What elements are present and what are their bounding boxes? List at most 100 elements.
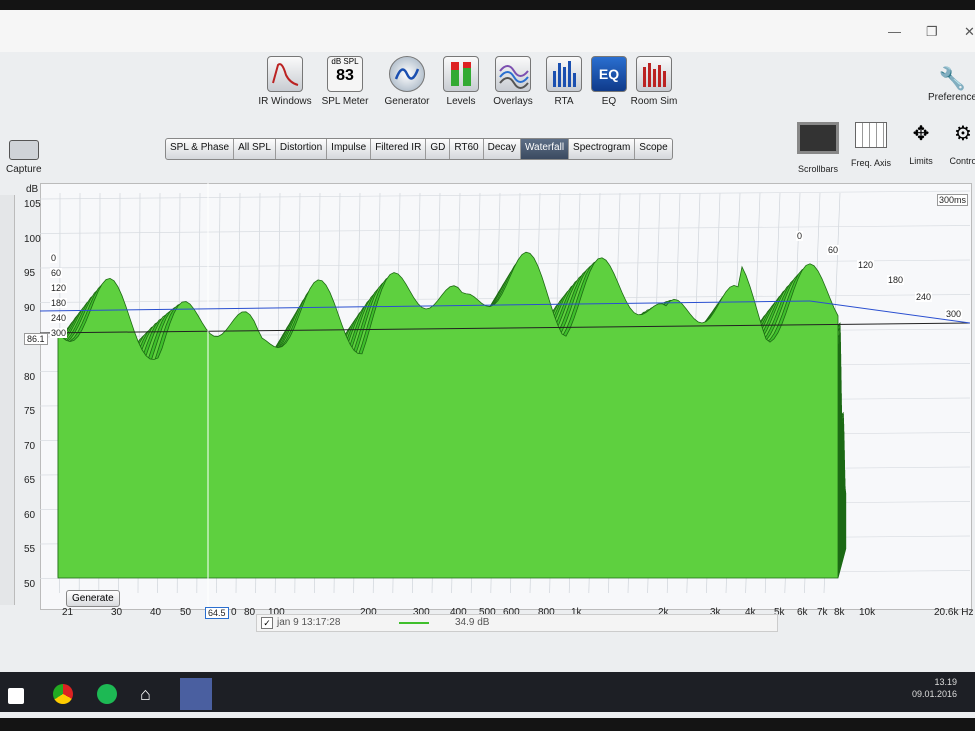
vertical-scrollbar[interactable] xyxy=(0,195,15,605)
y-tick-70: 70 xyxy=(24,440,36,452)
time-label-right-0: 0 xyxy=(796,231,804,241)
y-tick-55: 55 xyxy=(24,544,36,555)
scrollbars-button[interactable]: Scrollbars xyxy=(797,122,839,174)
ir-windows-label: IR Windows xyxy=(258,96,312,107)
x-tick-80: 80 xyxy=(244,607,256,618)
tab-decay[interactable]: Decay xyxy=(484,139,521,159)
capture-label: Capture xyxy=(6,164,42,175)
spl-meter-label: SPL Meter xyxy=(321,96,369,107)
limits-button[interactable]: ✥ Limits xyxy=(906,122,936,166)
y-axis-unit: dB xyxy=(26,184,39,195)
legend-checkbox[interactable]: ✓ xyxy=(261,617,273,629)
clock-time: 13.19 xyxy=(934,677,957,687)
y-tick-50: 50 xyxy=(24,578,36,590)
legend-name: jan 9 13:17:28 xyxy=(277,617,341,628)
tab-waterfall[interactable]: Waterfall xyxy=(520,139,570,159)
x-tick-19: 10k xyxy=(859,607,876,618)
freq-axis-icon xyxy=(855,122,887,148)
system-clock[interactable]: 13.19 09.01.2016 xyxy=(912,676,957,700)
home-icon[interactable]: ⌂ xyxy=(140,684,160,704)
x-tick-3: 50 xyxy=(180,607,192,618)
tab-scope[interactable]: Scope xyxy=(635,139,671,159)
x-tick-17: 7k xyxy=(817,607,828,618)
x-tick-16: 6k xyxy=(797,607,808,618)
tab-all-spl[interactable]: All SPL xyxy=(234,139,276,159)
spotify-icon[interactable] xyxy=(97,684,117,704)
time-label-left-180: 180 xyxy=(50,298,68,308)
cursor-y-readout: 86.1 xyxy=(24,333,48,345)
gear-icon: ⚙ xyxy=(954,123,972,145)
time-label-left-120: 120 xyxy=(50,283,68,293)
tab-impulse[interactable]: Impulse xyxy=(327,139,372,159)
ir-windows-icon xyxy=(267,56,303,92)
restore-button[interactable]: ❐ xyxy=(926,24,938,40)
overlays-icon xyxy=(495,56,531,92)
time-label-left-60: 60 xyxy=(50,268,63,278)
limits-icon: ✥ xyxy=(912,123,930,145)
preferences-button[interactable]: 🔧 Preference xyxy=(928,66,975,103)
freq-axis-label: Freq. Axis xyxy=(851,158,892,168)
freq-axis-button[interactable]: Freq. Axis xyxy=(851,122,891,168)
tab-filtered-ir[interactable]: Filtered IR xyxy=(371,139,427,159)
y-tick-65: 65 xyxy=(24,475,36,486)
tab-spectrogram[interactable]: Spectrogram xyxy=(569,139,636,159)
time-corner-label: 300ms xyxy=(937,194,969,206)
tab-distortion[interactable]: Distortion xyxy=(276,139,328,159)
controls-label: Contro xyxy=(949,156,975,166)
rew-app-icon[interactable] xyxy=(180,678,212,710)
x-tick-0: 21 xyxy=(62,607,74,618)
tab-rt60[interactable]: RT60 xyxy=(450,139,484,159)
time-label-right-240: 240 xyxy=(915,292,933,302)
legend-bar: ✓ jan 9 13:17:28 34.9 dB xyxy=(256,614,778,632)
clock-date: 09.01.2016 xyxy=(911,689,957,699)
chrome-icon[interactable] xyxy=(53,684,73,704)
spl-meter-button[interactable]: dB SPL 83 SPL Meter xyxy=(311,56,379,107)
spl-meter-value: 83 xyxy=(336,67,354,84)
minimize-button[interactable]: — xyxy=(888,24,901,39)
y-tick-95: 95 xyxy=(24,268,36,279)
y-tick-80: 80 xyxy=(24,371,36,383)
y-tick-90: 90 xyxy=(24,302,36,314)
ir-windows-button[interactable]: IR Windows xyxy=(251,56,319,107)
x-tick-2: 40 xyxy=(150,607,162,618)
spl-meter-unit: dB SPL xyxy=(331,57,359,66)
controls-button[interactable]: ⚙ Contro xyxy=(948,122,975,166)
cursor-x-readout-suffix: 0 xyxy=(231,607,237,618)
capture-button[interactable]: Capture xyxy=(6,140,42,175)
levels-icon xyxy=(443,56,479,92)
preferences-label: Preference xyxy=(928,92,975,103)
tab-gd[interactable]: GD xyxy=(426,139,451,159)
time-label-left-300: 300 xyxy=(50,328,68,338)
cursor-x-readout: 64.5 xyxy=(205,607,229,619)
room-sim-button[interactable]: Room Sim xyxy=(620,56,688,107)
x-tick-20: 20.6k Hz xyxy=(934,607,974,618)
close-button[interactable]: ✕ xyxy=(964,24,975,40)
generate-button[interactable]: Generate xyxy=(66,590,120,607)
graph-tabs: SPL & Phase All SPL Distortion Impulse F… xyxy=(165,138,673,160)
tab-spl-phase[interactable]: SPL & Phase xyxy=(166,139,235,159)
scrollbars-icon xyxy=(797,122,839,154)
x-tick-1: 30 xyxy=(111,607,123,618)
time-label-left-0: 0 xyxy=(50,253,58,263)
time-label-right-180: 180 xyxy=(887,275,905,285)
time-label-left-240: 240 xyxy=(50,313,68,323)
generator-icon xyxy=(389,56,425,92)
time-label-right-60: 60 xyxy=(827,245,840,255)
y-tick-105: 105 xyxy=(24,199,41,210)
x-tick-18: 8k xyxy=(834,607,845,618)
wrench-icon: 🔧 xyxy=(938,66,967,91)
spl-meter-icon: dB SPL 83 xyxy=(327,56,363,92)
windows-start-icon[interactable] xyxy=(8,688,24,704)
y-tick-60: 60 xyxy=(24,509,36,521)
scrollbars-label: Scrollbars xyxy=(797,164,838,174)
room-sim-icon xyxy=(636,56,672,92)
title-bar: — ❐ ✕ xyxy=(0,10,975,52)
limits-label: Limits xyxy=(909,156,933,166)
grid-line xyxy=(40,190,970,200)
time-label-right-120: 120 xyxy=(857,260,875,270)
y-tick-100: 100 xyxy=(24,233,41,245)
time-label-right-300: 300 xyxy=(945,309,963,319)
room-sim-label: Room Sim xyxy=(630,96,678,107)
legend-value: 34.9 dB xyxy=(455,617,490,628)
y-tick-75: 75 xyxy=(24,406,36,417)
